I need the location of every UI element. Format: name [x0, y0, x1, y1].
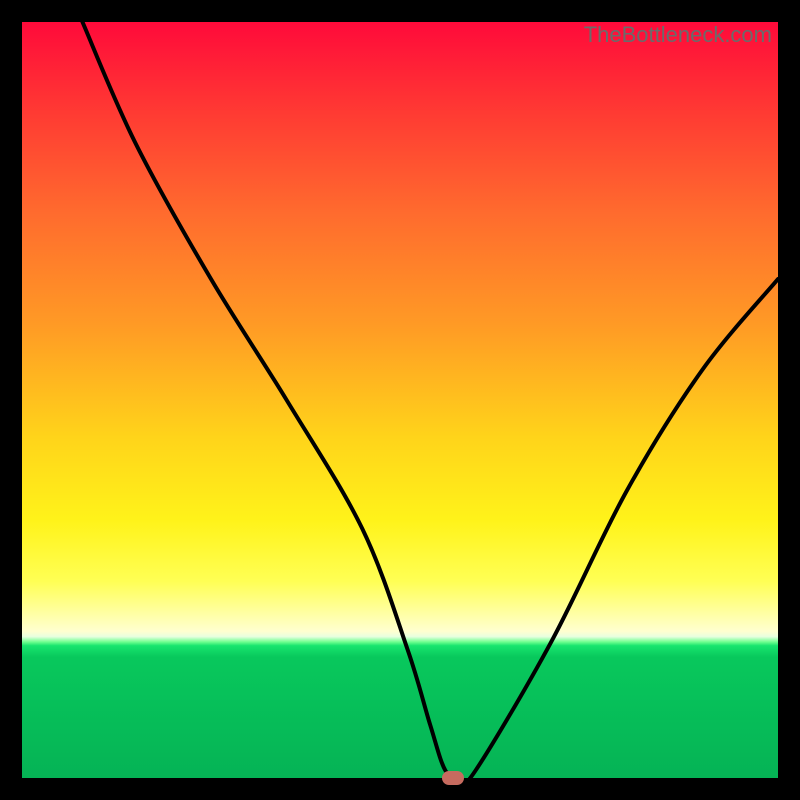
- curve-path: [82, 22, 778, 778]
- bottleneck-curve: [22, 22, 778, 778]
- attribution-text: TheBottleneck.com: [584, 22, 772, 48]
- chart-frame: TheBottleneck.com: [0, 0, 800, 800]
- plot-area: TheBottleneck.com: [22, 22, 778, 778]
- optimum-marker: [442, 771, 464, 785]
